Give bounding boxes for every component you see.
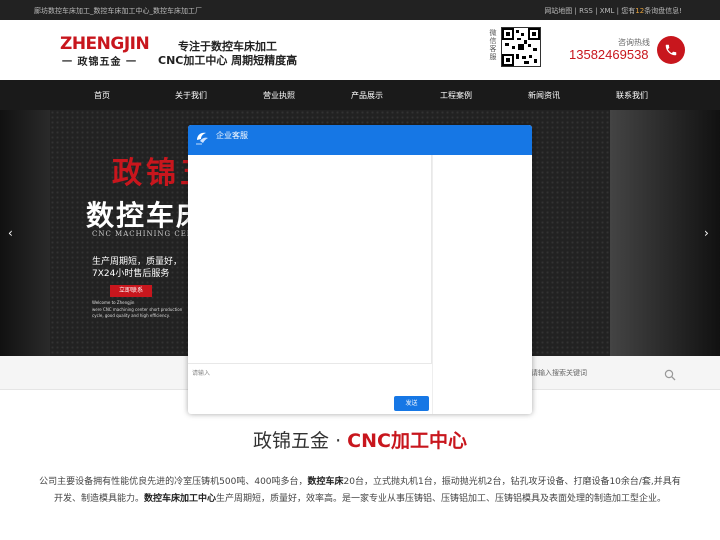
nav-item-about[interactable]: 关于我们: [175, 90, 207, 101]
nav-item-products[interactable]: 产品展示: [351, 90, 383, 101]
top-links: 网站地图 | RSS | XML | 您有12条询盘信息!: [544, 7, 682, 15]
inquiry-notice[interactable]: 您有12条询盘信息!: [621, 7, 682, 15]
main-nav: 首页 关于我们 营业执照 产品展示 工程案例 新闻资讯 联系我们: [0, 80, 720, 110]
intro-text-3: 生产周期短，质量好，效率高。是一家专业从事压铸铝、压铸铝加工、压铸铝模具及表面处…: [216, 494, 667, 504]
hotline-number[interactable]: 13582469538: [569, 47, 649, 62]
nav-item-contact[interactable]: 联系我们: [616, 90, 648, 101]
chat-header[interactable]: 企业客服: [188, 125, 532, 155]
rss-link[interactable]: RSS: [579, 7, 593, 15]
chat-message-area: [188, 155, 432, 363]
site-tagline: 廊坊数控车床加工_数控车床加工中心_数控车床加工厂: [34, 7, 202, 15]
chat-send-button[interactable]: 发送: [394, 396, 429, 411]
banner-line2: 7X24小时售后服务: [92, 269, 170, 279]
nav-item-home[interactable]: 首页: [94, 90, 110, 101]
banner-prev-arrow-icon[interactable]: ‹: [8, 226, 13, 240]
search-icon[interactable]: [664, 366, 676, 385]
company-intro: 公司主要设备拥有性能优良先进的冷室压铸机500吨、400吨多台，数控车床20台，…: [36, 474, 684, 508]
customer-service-chat[interactable]: 企业客服 请输入 发送: [188, 125, 532, 414]
qr-code-icon: [501, 27, 541, 67]
logo-cn: 一 政锦五金 一: [62, 57, 137, 68]
sitemap-link[interactable]: 网站地图: [544, 7, 572, 15]
section-title-company: 政锦五金 ·: [253, 430, 348, 452]
header: ZHENGJIN 一 政锦五金 一 专注于数控车床加工 CNC加工中心 周期短精…: [0, 20, 720, 80]
chat-side-panel: [432, 155, 532, 414]
nav-item-cases[interactable]: 工程案例: [440, 90, 472, 101]
phone-icon[interactable]: [657, 36, 685, 64]
top-bar: 廊坊数控车床加工_数控车床加工中心_数控车床加工厂 网站地图 | RSS | X…: [0, 0, 720, 20]
chat-title: 企业客服: [216, 131, 248, 140]
banner-welcome: Welcome to Zhengjin: [92, 300, 135, 305]
intro-text-1: 公司主要设备拥有性能优良先进的冷室压铸机500吨、400吨多台，: [39, 477, 308, 487]
section-title: 政锦五金 · CNC加工中心: [0, 426, 720, 453]
nav-item-news[interactable]: 新闻资讯: [528, 90, 560, 101]
search-input[interactable]: 请输入搜索关键词: [531, 368, 587, 378]
section-title-highlight: CNC加工中心: [347, 430, 467, 452]
logo-en[interactable]: ZHENGJIN: [60, 34, 150, 54]
banner-next-arrow-icon[interactable]: ›: [704, 226, 709, 240]
nav-item-license[interactable]: 营业执照: [263, 90, 295, 101]
intro-keyword-1[interactable]: 数控车床: [308, 477, 344, 487]
xml-link[interactable]: XML: [600, 7, 615, 15]
chat-avatar-icon: [194, 129, 210, 145]
slogan-line2: CNC加工中心 周期短精度高: [158, 54, 298, 67]
intro-keyword-2[interactable]: 数控车床加工中心: [144, 494, 216, 504]
banner-desc-en: were CNC machining center short producti…: [92, 307, 183, 318]
banner-contact-button[interactable]: 立即联系: [110, 285, 152, 297]
chat-input-placeholder: 请输入: [192, 370, 211, 377]
qr-label: 微信客服: [489, 29, 497, 61]
